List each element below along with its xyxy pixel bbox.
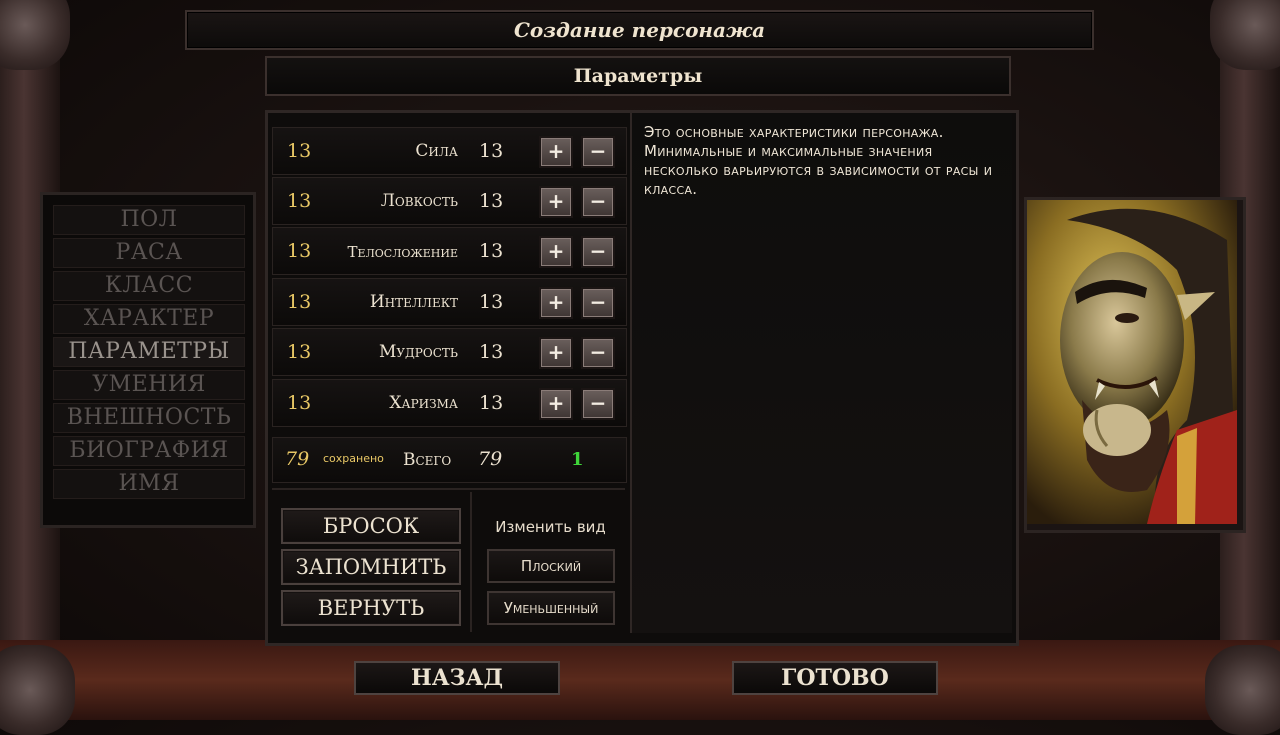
plus-button[interactable]: +	[539, 186, 573, 218]
done-button[interactable]: ГОТОВО	[732, 661, 938, 695]
reduced-view-button[interactable]: Уменьшенный	[487, 591, 615, 625]
section-title: Параметры	[265, 56, 1011, 96]
top-right-gargoyle-ornament	[1210, 0, 1280, 70]
stat-base-value: 13	[287, 291, 312, 313]
actions-divider	[470, 492, 472, 632]
stat-current-value: 13	[479, 392, 504, 414]
nav-item-name[interactable]: ИМЯ	[53, 469, 245, 499]
minus-button[interactable]: −	[581, 287, 615, 319]
stat-base-value: 13	[287, 240, 312, 262]
plus-button[interactable]: +	[539, 236, 573, 268]
total-row: 79 сохранено Всего 79 1	[272, 437, 627, 483]
stat-row-wisdom: 13 Мудрость 13 + −	[272, 328, 627, 376]
character-portrait	[1027, 200, 1237, 524]
roll-button[interactable]: БРОСОК	[281, 508, 461, 544]
portrait-frame	[1024, 197, 1246, 533]
nav-item-biography[interactable]: БИОГРАФИЯ	[53, 436, 245, 466]
minus-button[interactable]: −	[581, 186, 615, 218]
window-title: Создание персонажа	[185, 10, 1094, 50]
stat-base-value: 13	[287, 392, 312, 414]
description-text: Это основные характеристики персонажа. М…	[644, 123, 993, 198]
minus-button[interactable]: −	[581, 337, 615, 369]
stat-current-value: 13	[479, 190, 504, 212]
stat-row-constitution: 13 Телосложение 13 + −	[272, 227, 627, 275]
nav-item-gender[interactable]: ПОЛ	[53, 205, 245, 235]
plus-button[interactable]: +	[539, 287, 573, 319]
bottom-ornament-band	[0, 640, 1280, 720]
stat-current-value: 13	[479, 140, 504, 162]
stat-current-value: 13	[479, 240, 504, 262]
flat-view-button[interactable]: Плоский	[487, 549, 615, 583]
plus-button[interactable]: +	[539, 136, 573, 168]
stat-base-value: 13	[287, 341, 312, 363]
minus-button[interactable]: −	[581, 136, 615, 168]
stat-name[interactable]: Харизма	[389, 393, 458, 413]
nav-item-race[interactable]: РАСА	[53, 238, 245, 268]
change-view-label: Изменить вид	[495, 518, 606, 536]
stat-row-charisma: 13 Харизма 13 + −	[272, 379, 627, 427]
stat-name[interactable]: Сила	[415, 141, 458, 161]
total-label: Всего	[403, 450, 452, 470]
store-button[interactable]: ЗАПОМНИТЬ	[281, 549, 461, 585]
stat-row-intelligence: 13 Интеллект 13 + −	[272, 278, 627, 326]
description-panel: Это основные характеристики персонажа. М…	[630, 113, 1012, 633]
stat-name[interactable]: Ловкость	[381, 191, 458, 211]
stat-row-dexterity: 13 Ловкость 13 + −	[272, 177, 627, 225]
back-button[interactable]: НАЗАД	[354, 661, 560, 695]
nav-item-abilities[interactable]: ПАРАМЕТРЫ	[53, 337, 245, 367]
recall-button[interactable]: ВЕРНУТЬ	[281, 590, 461, 626]
saved-label: сохранено	[323, 452, 384, 465]
nav-item-skills[interactable]: УМЕНИЯ	[53, 370, 245, 400]
bottom-right-gargoyle-ornament	[1205, 645, 1280, 735]
stat-current-value: 13	[479, 291, 504, 313]
stat-current-value: 13	[479, 341, 504, 363]
nav-item-alignment[interactable]: ХАРАКТЕР	[53, 304, 245, 334]
stat-name[interactable]: Интеллект	[370, 292, 458, 312]
creation-steps-nav: ПОЛ РАСА КЛАСС ХАРАКТЕР ПАРАМЕТРЫ УМЕНИЯ…	[40, 192, 256, 528]
stat-name[interactable]: Мудрость	[379, 342, 458, 362]
saved-total-value: 79	[285, 448, 310, 470]
total-value: 79	[478, 448, 503, 470]
stat-base-value: 13	[287, 140, 312, 162]
plus-button[interactable]: +	[539, 388, 573, 420]
plus-button[interactable]: +	[539, 337, 573, 369]
stat-base-value: 13	[287, 190, 312, 212]
nav-item-class[interactable]: КЛАСС	[53, 271, 245, 301]
points-remaining: 1	[571, 449, 584, 470]
actions-top-divider	[272, 488, 625, 490]
stat-name[interactable]: Телосложение	[348, 243, 458, 261]
bottom-left-gargoyle-ornament	[0, 645, 75, 735]
minus-button[interactable]: −	[581, 236, 615, 268]
minus-button[interactable]: −	[581, 388, 615, 420]
stat-row-strength: 13 Сила 13 + −	[272, 127, 627, 175]
nav-item-appearance[interactable]: ВНЕШНОСТЬ	[53, 403, 245, 433]
